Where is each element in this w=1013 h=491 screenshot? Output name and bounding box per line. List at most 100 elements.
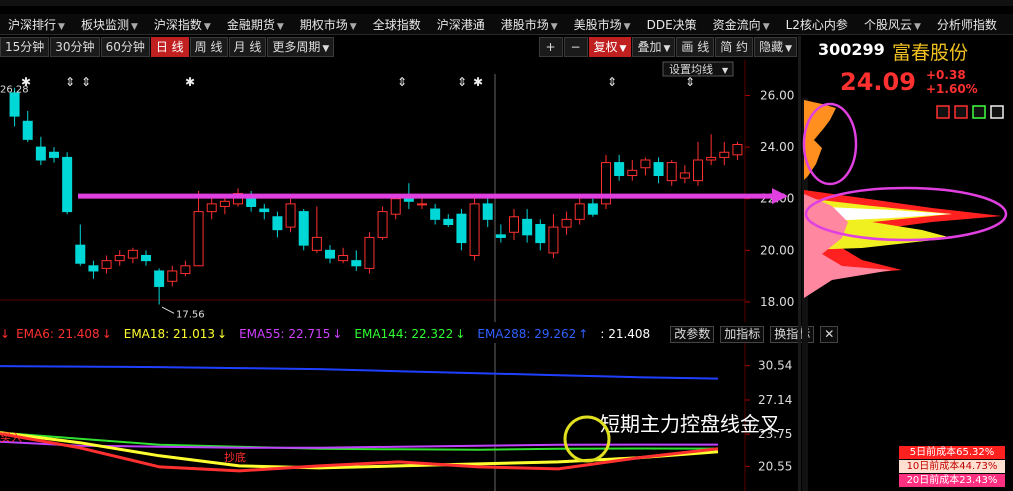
- period-monthly[interactable]: 月 线: [228, 37, 267, 57]
- period-60min[interactable]: 60分钟: [100, 37, 150, 57]
- cost-legend-20d: 20日前成本23.43%: [899, 474, 1005, 487]
- low-price-pointer: [161, 306, 175, 314]
- event-marker[interactable]: ✱: [185, 75, 195, 89]
- candle-body: [180, 265, 191, 275]
- zoom-out-button[interactable]: −: [563, 37, 588, 57]
- chart-toolbar: 15分钟 30分钟 60分钟 日 线 周 线 月 线 更多周期 ▼ + − 复权 ▼…: [0, 36, 798, 58]
- indicator-marker: ↓: [0, 327, 11, 341]
- add-indicator-button[interactable]: 加指标: [720, 325, 765, 343]
- zoom-in-button[interactable]: +: [538, 37, 563, 57]
- nav-item[interactable]: 沪深排行 ▼: [0, 16, 73, 33]
- nav-item[interactable]: 沪深港通: [429, 16, 493, 33]
- nav-item-label: 港股市场: [500, 17, 549, 32]
- low-price-label: 17.56: [176, 309, 205, 320]
- ema-value: EMA144: 22.322 ↓: [354, 327, 471, 341]
- nav-item[interactable]: 金融期货 ▼: [219, 16, 292, 33]
- flag-icon[interactable]: [954, 105, 968, 119]
- nav-item[interactable]: 分析师指数: [929, 16, 1005, 33]
- candle-body: [482, 203, 493, 220]
- candle-body: [456, 213, 467, 244]
- nav-item[interactable]: 美股市场 ▼: [566, 16, 639, 33]
- chevron-down-icon: ▼: [130, 21, 138, 32]
- ema-line-ema288: [0, 365, 719, 380]
- period-weekly[interactable]: 周 线: [189, 37, 228, 57]
- edit-params-button[interactable]: 改参数: [670, 325, 715, 343]
- candle-body: [377, 211, 388, 238]
- event-marker[interactable]: ⇕: [607, 75, 617, 89]
- top-edge: [0, 0, 1013, 6]
- candlestick-chart[interactable]: 26.0024.0022.0020.0018.0026.2817.56✱⇕⇕✱⇕…: [0, 60, 798, 322]
- candle-body: [443, 218, 454, 226]
- candle-body: [206, 203, 217, 213]
- candle-body: [666, 162, 677, 182]
- nav-item-label: 全球指数: [372, 17, 421, 32]
- overlay-button[interactable]: 叠加 ▼: [632, 37, 676, 57]
- chevron-down-icon: ▼: [623, 21, 631, 32]
- ema-value: EMA55: 22.715 ↓: [239, 327, 348, 341]
- more-periods-label: 更多周期: [272, 40, 321, 54]
- stock-price: 24.09: [840, 68, 916, 96]
- chevron-down-icon: ▼: [785, 44, 792, 54]
- period-15min[interactable]: 15分钟: [0, 37, 50, 57]
- candle-body: [469, 203, 480, 256]
- ema-label: EMA288: 29.262: [477, 327, 577, 341]
- candle-body: [311, 236, 322, 251]
- more-periods-button[interactable]: 更多周期 ▼: [267, 37, 335, 57]
- nav-item[interactable]: 港股市场 ▼: [493, 16, 566, 33]
- candle-body: [574, 203, 585, 220]
- panel-divider[interactable]: [798, 36, 801, 491]
- ema-label: EMA6: 21.408: [16, 327, 100, 341]
- period-30min[interactable]: 30分钟: [50, 37, 100, 57]
- ema-value: : 21.408: [600, 327, 658, 341]
- event-marker[interactable]: ⇕: [397, 75, 407, 89]
- candle-body: [719, 151, 730, 158]
- hide-button[interactable]: 隐藏 ▼: [754, 37, 797, 57]
- ema-value: EMA18: 21.013 ↓: [124, 327, 233, 341]
- ema-indicator-chart[interactable]: 30.5427.1423.7520.55短期主力控盘线金叉买入抄底: [0, 343, 798, 491]
- candle-body: [88, 265, 99, 272]
- candle-body: [732, 144, 743, 156]
- play-icon[interactable]: [936, 105, 950, 119]
- candle-body: [535, 224, 546, 244]
- chevron-down-icon: ▼: [722, 66, 729, 75]
- chart-icon[interactable]: [972, 105, 986, 119]
- event-marker[interactable]: ✱: [21, 75, 31, 89]
- nav-item[interactable]: 期权市场 ▼: [292, 16, 365, 33]
- ema-values: EMA6: 21.408 ↓ EMA18: 21.013 ↓ EMA55: 22.715…: [16, 327, 664, 341]
- nav-item-label: 期权市场: [299, 17, 348, 32]
- event-marker[interactable]: ✱: [473, 75, 483, 89]
- chevron-down-icon: ▼: [619, 44, 627, 54]
- chevron-down-icon: ▼: [349, 21, 357, 32]
- candle-body: [495, 234, 506, 238]
- candle-body: [693, 159, 703, 182]
- nav-item[interactable]: 资金流向 ▼: [705, 16, 778, 33]
- ema-trend-arrow: ↑: [578, 327, 589, 341]
- event-marker[interactable]: ⇕: [65, 75, 75, 89]
- nav-item[interactable]: L2核心内参: [778, 16, 856, 33]
- nav-item[interactable]: DDE决策: [639, 16, 705, 33]
- chip-distribution-chart[interactable]: [802, 98, 1013, 491]
- search-icon[interactable]: [990, 105, 1004, 119]
- event-marker[interactable]: ⇕: [457, 75, 467, 89]
- candle-body: [338, 254, 349, 262]
- candle-body: [706, 156, 717, 161]
- nav-item[interactable]: 全球指数: [365, 16, 429, 33]
- simple-mode-button[interactable]: 简 约: [715, 37, 754, 57]
- ema-label: : 21.408: [600, 327, 651, 341]
- change-value: +0.38: [926, 68, 966, 82]
- event-marker[interactable]: ⇕: [685, 75, 695, 89]
- ema-trend-arrow: ↓: [332, 327, 343, 341]
- settings-ma-button[interactable]: 设置均线 ▼: [662, 61, 734, 77]
- candle-body: [390, 198, 401, 215]
- nav-item[interactable]: 个股风云 ▼: [856, 16, 929, 33]
- nav-item[interactable]: 板块监测 ▼: [73, 16, 146, 33]
- event-marker[interactable]: ⇕: [81, 75, 91, 89]
- chevron-down-icon: ▼: [663, 44, 671, 54]
- period-daily[interactable]: 日 线: [150, 37, 189, 57]
- restore-rights-button[interactable]: 复权 ▼: [588, 37, 632, 57]
- nav-item[interactable]: 沪深指数 ▼: [146, 16, 219, 33]
- candle-body: [640, 159, 651, 169]
- settings-ma-label: 设置均线: [669, 62, 713, 76]
- indicator-axis-label: 20.55: [758, 459, 792, 473]
- draw-line-button[interactable]: 画 线: [676, 37, 715, 57]
